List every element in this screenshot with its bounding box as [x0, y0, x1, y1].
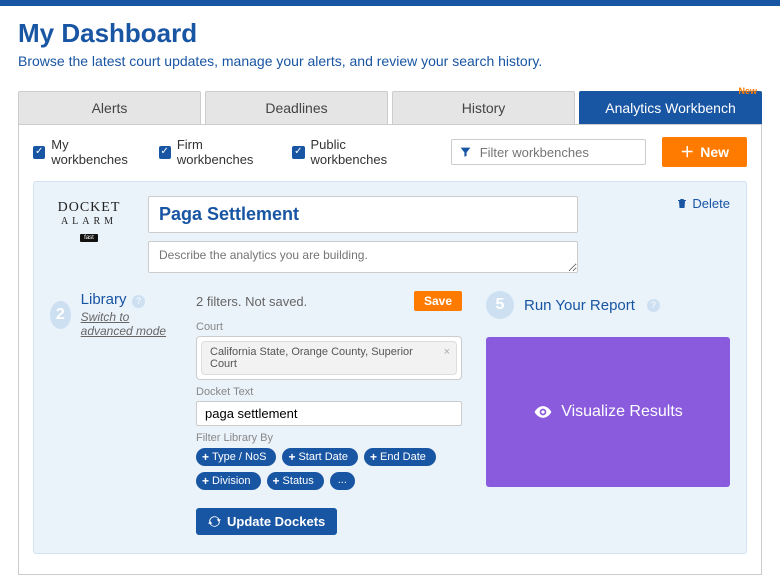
update-dockets-button[interactable]: Update Dockets: [196, 508, 337, 535]
checkbox-public-workbenches[interactable]: Public workbenches: [292, 137, 419, 167]
delete-workbench-link[interactable]: Delete: [676, 196, 730, 211]
tab-history[interactable]: History: [392, 91, 575, 124]
page-title: My Dashboard: [18, 18, 762, 49]
help-icon[interactable]: ?: [132, 295, 145, 308]
help-icon[interactable]: ?: [647, 299, 660, 312]
step-2-title: Library: [81, 291, 127, 308]
workbench-card: DOCKET ALARM fast Delete 2: [33, 181, 747, 554]
docket-alarm-logo: DOCKET ALARM fast: [50, 196, 128, 242]
viz-label: Visualize Results: [561, 403, 683, 421]
visualize-results-button[interactable]: Visualize Results: [486, 337, 730, 487]
check-icon: [33, 146, 45, 159]
court-select[interactable]: California State, Orange County, Superio…: [196, 336, 462, 380]
docket-text-input[interactable]: [196, 401, 462, 426]
tab-bar: Alerts Deadlines History Analytics Workb…: [18, 91, 762, 125]
button-label: New: [700, 144, 729, 160]
checkbox-label: My workbenches: [51, 137, 142, 167]
step-2-circle: 2: [50, 301, 71, 329]
delete-label: Delete: [692, 196, 730, 211]
plus-icon: +: [202, 474, 209, 488]
checkbox-label: Public workbenches: [311, 137, 419, 167]
plus-icon: +: [273, 474, 280, 488]
switch-advanced-link[interactable]: Switch to advanced mode: [81, 310, 182, 338]
new-workbench-button[interactable]: ＋ New: [662, 137, 747, 167]
toolbar: My workbenches Firm workbenches Public w…: [33, 137, 747, 167]
checkbox-label: Firm workbenches: [177, 137, 276, 167]
tab-analytics-workbench[interactable]: Analytics Workbench New: [579, 91, 762, 124]
trash-icon: [676, 197, 688, 210]
court-tag-text: California State, Orange County, Superio…: [210, 346, 413, 370]
step-5-circle: 5: [486, 291, 514, 319]
plus-icon: ＋: [680, 142, 694, 162]
page-subtitle: Browse the latest court updates, manage …: [18, 53, 762, 69]
filters-status: 2 filters. Not saved.: [196, 294, 307, 309]
chip-status[interactable]: +Status: [267, 472, 324, 490]
eye-icon: [533, 402, 553, 422]
new-badge: New: [738, 86, 757, 96]
chip-division[interactable]: +Division: [196, 472, 261, 490]
panel: My workbenches Firm workbenches Public w…: [18, 125, 762, 575]
save-filters-button[interactable]: Save: [414, 291, 462, 311]
button-label: Update Dockets: [227, 514, 325, 529]
court-label: Court: [196, 321, 462, 333]
docket-text-label: Docket Text: [196, 386, 462, 398]
checkbox-my-workbenches[interactable]: My workbenches: [33, 137, 143, 167]
chip-more[interactable]: ...: [330, 472, 355, 490]
tab-label: Analytics Workbench: [605, 100, 735, 116]
plus-icon: +: [202, 450, 209, 464]
remove-court-icon[interactable]: ×: [444, 346, 450, 358]
workbench-title-input[interactable]: [148, 196, 578, 233]
chip-end-date[interactable]: +End Date: [364, 448, 436, 466]
refresh-icon: [208, 515, 221, 528]
funnel-icon: [459, 146, 472, 159]
filter-workbenches-input[interactable]: [451, 139, 646, 165]
chip-type[interactable]: +Type / NoS: [196, 448, 276, 466]
step-5-title: Run Your Report: [524, 297, 635, 314]
check-icon: [292, 146, 304, 159]
plus-icon: +: [288, 450, 295, 464]
logo-tag: fast: [80, 234, 98, 242]
workbench-description-input[interactable]: [148, 241, 578, 273]
plus-icon: +: [370, 450, 377, 464]
court-tag: California State, Orange County, Superio…: [201, 341, 457, 375]
chip-start-date[interactable]: +Start Date: [282, 448, 358, 466]
checkbox-firm-workbenches[interactable]: Firm workbenches: [159, 137, 277, 167]
tab-deadlines[interactable]: Deadlines: [205, 91, 388, 124]
check-icon: [159, 146, 171, 159]
filter-by-label: Filter Library By: [196, 432, 462, 444]
tab-alerts[interactable]: Alerts: [18, 91, 201, 124]
